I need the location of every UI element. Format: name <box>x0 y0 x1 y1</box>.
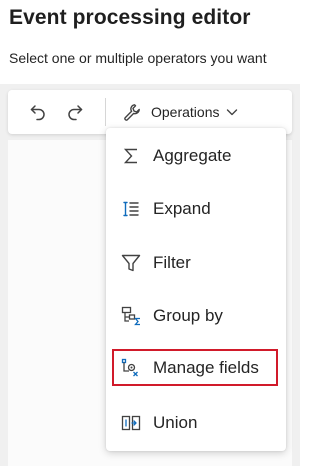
undo-button[interactable] <box>25 99 51 125</box>
menu-item-label: Aggregate <box>153 146 232 165</box>
menu-item-union[interactable]: Union <box>116 403 278 443</box>
operations-label: Operations <box>151 104 220 120</box>
menu-item-filter[interactable]: Filter <box>116 243 278 283</box>
redo-icon <box>68 105 83 121</box>
filter-funnel-icon <box>119 251 143 275</box>
menu-item-label: Filter <box>153 253 191 272</box>
manage-fields-icon <box>119 356 143 380</box>
expand-list-icon <box>119 197 143 221</box>
toolbar-divider <box>105 98 106 126</box>
wrench-icon <box>124 104 140 121</box>
chevron-down-icon <box>227 109 238 116</box>
menu-item-label: Group by <box>153 306 223 325</box>
menu-item-group-by[interactable]: Group by <box>116 296 278 336</box>
undo-icon <box>30 105 45 121</box>
operations-dropdown-button[interactable]: Operations <box>122 98 262 126</box>
menu-item-label: Expand <box>153 199 211 218</box>
menu-item-label: Union <box>153 413 198 432</box>
page-title: Event processing editor <box>9 6 251 29</box>
menu-item-label: Manage fields <box>153 357 259 377</box>
operations-menu: Aggregate Expand Filter Group by Manage … <box>106 128 286 451</box>
redo-button[interactable] <box>62 99 88 125</box>
menu-item-expand[interactable]: Expand <box>116 189 278 229</box>
menu-item-manage-fields[interactable]: Manage fields <box>112 349 278 386</box>
group-by-icon <box>119 304 143 328</box>
union-icon <box>119 411 143 435</box>
menu-item-aggregate[interactable]: Aggregate <box>116 136 278 176</box>
sigma-icon <box>119 144 143 168</box>
page-subtitle: Select one or multiple operators you wan… <box>9 50 267 66</box>
